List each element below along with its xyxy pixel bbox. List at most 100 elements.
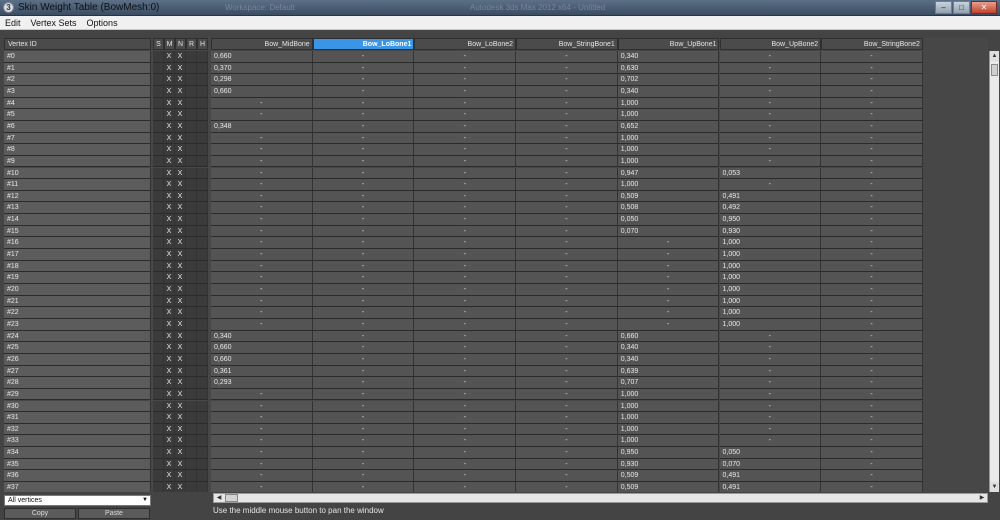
vertex-id-cell[interactable]: #18 (4, 260, 151, 273)
weight-cell[interactable]: - (821, 353, 923, 366)
weight-cell[interactable]: - (211, 458, 313, 471)
flag-cell-h[interactable] (197, 155, 208, 168)
weight-cell[interactable]: - (414, 423, 517, 436)
paste-button[interactable]: Paste (78, 508, 150, 519)
flag-cell-s[interactable] (153, 51, 164, 63)
vertex-id-cell[interactable]: #8 (4, 144, 151, 156)
weight-cell[interactable]: - (414, 190, 517, 203)
weight-cell[interactable]: - (516, 179, 618, 191)
flag-cell-h[interactable] (197, 353, 208, 366)
flag-cell-h[interactable] (197, 237, 208, 250)
weight-cell[interactable]: - (821, 179, 923, 191)
weight-cell[interactable]: - (211, 144, 313, 156)
weight-cell[interactable]: - (821, 365, 923, 378)
weight-cell[interactable]: 1,000 (719, 272, 822, 284)
weight-cell[interactable]: - (719, 412, 822, 424)
weight-cell[interactable]: - (312, 470, 415, 483)
flag-cell-r[interactable] (186, 365, 197, 378)
flag-cell-n[interactable]: X (175, 132, 186, 145)
vertex-id-cell[interactable]: #15 (4, 225, 151, 238)
flag-cell-r[interactable] (186, 284, 197, 296)
weight-cell[interactable]: 1,000 (617, 400, 720, 413)
weight-cell[interactable]: - (516, 377, 618, 389)
flag-cell-m[interactable]: X (164, 85, 175, 98)
weight-cell[interactable]: 1,000 (617, 435, 720, 448)
flag-cell-r[interactable] (186, 249, 197, 261)
weight-cell[interactable]: - (719, 132, 822, 145)
weight-cell[interactable]: - (821, 423, 923, 436)
weight-cell[interactable]: - (211, 318, 313, 331)
flag-cell-s[interactable] (153, 330, 164, 343)
flag-cell-n[interactable]: X (175, 74, 186, 86)
bone-header[interactable]: Bow_StringBone1 (516, 38, 618, 50)
flag-cell-s[interactable] (153, 109, 164, 121)
vertex-id-cell[interactable]: #0 (4, 51, 151, 63)
flag-cell-n[interactable]: X (175, 109, 186, 121)
bone-header[interactable]: Bow_UpBone1 (617, 38, 720, 50)
weight-cell[interactable]: 0,361 (211, 365, 313, 378)
flag-cell-h[interactable] (197, 447, 208, 459)
weight-cell[interactable]: - (312, 435, 415, 448)
flag-cell-s[interactable] (153, 190, 164, 203)
flag-cell-r[interactable] (186, 447, 197, 459)
flag-cell-s[interactable] (153, 132, 164, 145)
flag-cell-s[interactable] (153, 237, 164, 250)
flag-cell-s[interactable] (153, 144, 164, 156)
flag-cell-r[interactable] (186, 132, 197, 145)
vertex-id-cell[interactable]: #36 (4, 470, 151, 483)
flag-cell-h[interactable] (197, 85, 208, 98)
weight-cell[interactable]: - (211, 260, 313, 273)
flag-cell-r[interactable] (186, 190, 197, 203)
flag-cell-n[interactable]: X (175, 62, 186, 75)
weight-cell[interactable]: - (516, 458, 618, 471)
vertex-id-cell[interactable]: #23 (4, 318, 151, 331)
flag-cell-h[interactable] (197, 179, 208, 191)
weight-cell[interactable]: - (516, 412, 618, 424)
weight-cell[interactable]: - (414, 202, 517, 215)
weight-cell[interactable]: - (821, 51, 923, 63)
flag-cell-h[interactable] (197, 318, 208, 331)
weight-cell[interactable]: - (312, 353, 415, 366)
flag-cell-s[interactable] (153, 365, 164, 378)
flag-cell-h[interactable] (197, 470, 208, 483)
flag-cell-m[interactable]: X (164, 435, 175, 448)
vertex-id-cell[interactable]: #28 (4, 377, 151, 389)
vertex-id-cell[interactable]: #12 (4, 190, 151, 203)
flag-cell-n[interactable]: X (175, 260, 186, 273)
menu-options[interactable]: Options (82, 16, 123, 29)
weight-cell[interactable]: - (211, 167, 313, 180)
horizontal-scrollbar[interactable]: ◀ ▶ (213, 493, 988, 503)
weight-cell[interactable]: - (516, 237, 618, 250)
weight-cell[interactable]: - (821, 225, 923, 238)
flag-cell-s[interactable] (153, 447, 164, 459)
flag-cell-m[interactable]: X (164, 51, 175, 63)
weight-cell[interactable]: - (516, 214, 618, 226)
flag-cell-m[interactable]: X (164, 272, 175, 284)
weight-cell[interactable]: - (516, 400, 618, 413)
weight-cell[interactable]: - (312, 225, 415, 238)
weight-cell[interactable]: - (414, 237, 517, 250)
weight-cell[interactable]: - (312, 51, 415, 63)
weight-cell[interactable]: 1,000 (719, 237, 822, 250)
flag-cell-r[interactable] (186, 179, 197, 191)
weight-cell[interactable]: 1,000 (617, 97, 720, 110)
bone-header[interactable]: Bow_StringBone2 (821, 38, 923, 50)
weight-cell[interactable]: 0,491 (719, 482, 822, 492)
flag-header-n[interactable]: N (175, 38, 186, 50)
weight-cell[interactable]: - (312, 342, 415, 354)
weight-cell[interactable]: - (821, 412, 923, 424)
flag-cell-n[interactable]: X (175, 144, 186, 156)
flag-cell-h[interactable] (197, 342, 208, 354)
weight-cell[interactable]: - (821, 237, 923, 250)
flag-cell-r[interactable] (186, 202, 197, 215)
vertex-id-cell[interactable]: #34 (4, 447, 151, 459)
weight-cell[interactable]: - (821, 144, 923, 156)
weight-cell[interactable]: - (414, 342, 517, 354)
flag-cell-n[interactable]: X (175, 249, 186, 261)
vertex-id-cell[interactable]: #22 (4, 307, 151, 319)
weight-cell[interactable]: - (821, 62, 923, 75)
weight-cell[interactable]: - (516, 260, 618, 273)
weight-cell[interactable]: 1,000 (719, 260, 822, 273)
copy-button[interactable]: Copy (4, 508, 76, 519)
weight-cell[interactable]: - (211, 272, 313, 284)
